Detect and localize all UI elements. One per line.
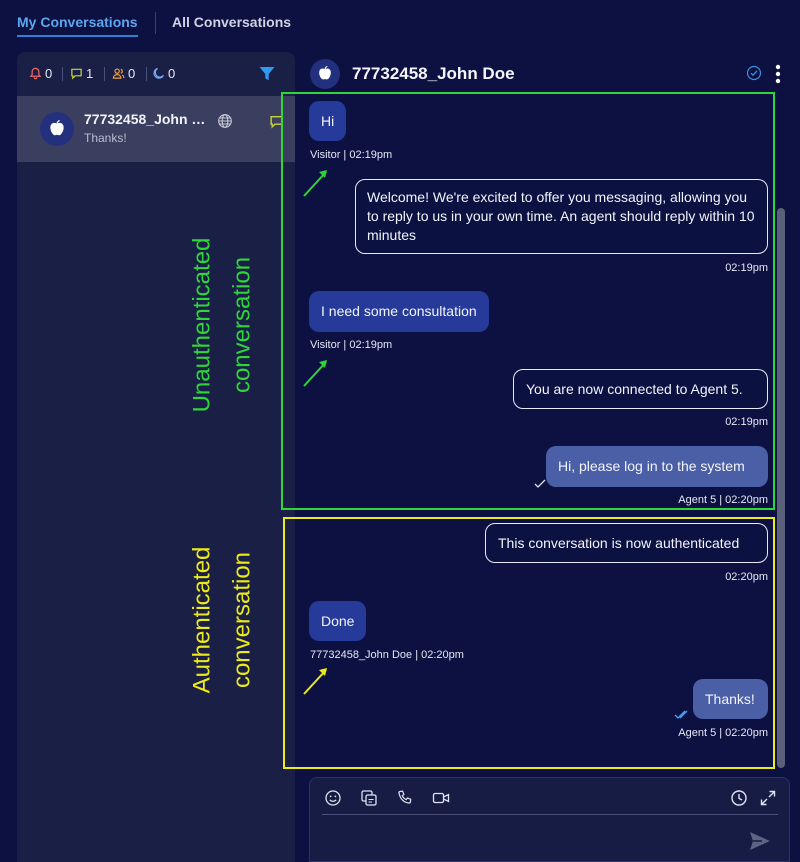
apple-logo-icon — [50, 119, 64, 136]
messages-counter[interactable]: 1 — [70, 66, 93, 81]
message-composer — [309, 777, 790, 862]
messages-count: 1 — [86, 66, 94, 81]
send-icon[interactable] — [748, 830, 772, 852]
annotation-line: Unauthenticated — [188, 237, 216, 413]
counter-divider — [62, 67, 63, 81]
conversation-preview: Thanks! — [84, 131, 127, 145]
read-check-icon — [674, 710, 688, 719]
annotation-line: conversation — [228, 551, 255, 689]
users-count: 0 — [128, 66, 136, 81]
video-icon[interactable] — [432, 789, 450, 807]
status-counters: 0 1 0 0 — [17, 52, 295, 96]
message-bubble-system: Welcome! We're excited to offer you mess… — [355, 179, 768, 254]
avatar — [310, 59, 340, 89]
chat-scrollbar[interactable] — [777, 208, 785, 768]
users-counter[interactable]: 0 — [112, 66, 135, 81]
avatar — [40, 112, 74, 146]
tab-divider — [155, 12, 156, 34]
conversation-name: 77732458_John Doe — [84, 111, 212, 127]
chat-header: 77732458_John Doe — [300, 52, 800, 96]
message-icon — [270, 115, 283, 129]
message-bubble-visitor: I need some consultation — [309, 291, 489, 332]
counter-divider — [104, 67, 105, 81]
message-meta: 02:19pm — [725, 262, 768, 274]
message-bubble-system: This conversation is now authenticated — [485, 523, 768, 563]
expand-icon[interactable] — [759, 789, 777, 807]
yellow-arrow-icon — [303, 668, 327, 695]
tab-all-conversations[interactable]: All Conversations — [172, 14, 291, 30]
message-bubble-visitor: Hi — [309, 101, 347, 141]
alerts-count: 0 — [45, 66, 53, 81]
message-meta: Visitor | 02:19pm — [310, 339, 393, 351]
message-meta: 02:19pm — [725, 416, 768, 428]
kebab-icon[interactable] — [774, 63, 782, 85]
annotation-line: conversation — [228, 256, 255, 394]
conversation-item[interactable]: 77732458_John Doe Thanks! — [17, 96, 295, 162]
message-bubble-agent: Thanks! — [693, 679, 768, 719]
filter-icon[interactable] — [258, 65, 276, 83]
counter-divider — [146, 67, 147, 81]
message-meta: Visitor | 02:19pm — [310, 149, 393, 161]
phone-icon[interactable] — [396, 789, 414, 807]
message-meta: 77732458_John Doe | 02:20pm — [310, 649, 464, 661]
alerts-counter[interactable]: 0 — [29, 66, 52, 81]
unauthenticated-annotation: Unauthenticated conversation — [182, 238, 261, 413]
message-meta: Agent 5 | 02:20pm — [678, 494, 768, 506]
message-icon — [71, 68, 82, 80]
chat-title: 77732458_John Doe — [352, 64, 515, 83]
moon-icon — [153, 67, 164, 79]
composer-divider — [322, 814, 778, 815]
message-meta: 02:20pm — [725, 571, 768, 583]
users-icon — [112, 68, 125, 79]
message-bubble-system: You are now connected to Agent 5. — [513, 369, 768, 409]
snoozed-count: 0 — [168, 66, 176, 81]
message-meta: Agent 5 | 02:20pm — [678, 727, 768, 739]
message-bubble-agent: Hi, please log in to the system — [546, 446, 768, 487]
sent-check-icon — [534, 479, 546, 488]
authenticated-annotation: Authenticated conversation — [182, 547, 261, 694]
tab-my-conversations[interactable]: My Conversations — [17, 14, 138, 37]
conversation-list-panel: 0 1 0 0 77732458_John Doe Thanks! — [17, 52, 295, 862]
conversation-tabs: My Conversations All Conversations — [0, 0, 800, 48]
apple-logo-icon — [319, 65, 331, 80]
emoji-icon[interactable] — [324, 789, 342, 807]
green-arrow-icon — [303, 360, 327, 387]
bell-icon — [29, 67, 42, 80]
canned-responses-icon[interactable] — [360, 789, 378, 807]
check-circle-icon[interactable] — [746, 65, 762, 81]
message-bubble-visitor: Done — [309, 601, 367, 641]
clock-icon[interactable] — [730, 789, 748, 807]
message-input[interactable] — [324, 822, 744, 852]
annotation-line: Authenticated — [188, 546, 216, 694]
green-arrow-icon — [303, 170, 327, 197]
snoozed-counter[interactable]: 0 — [152, 66, 175, 81]
globe-icon — [218, 114, 232, 128]
